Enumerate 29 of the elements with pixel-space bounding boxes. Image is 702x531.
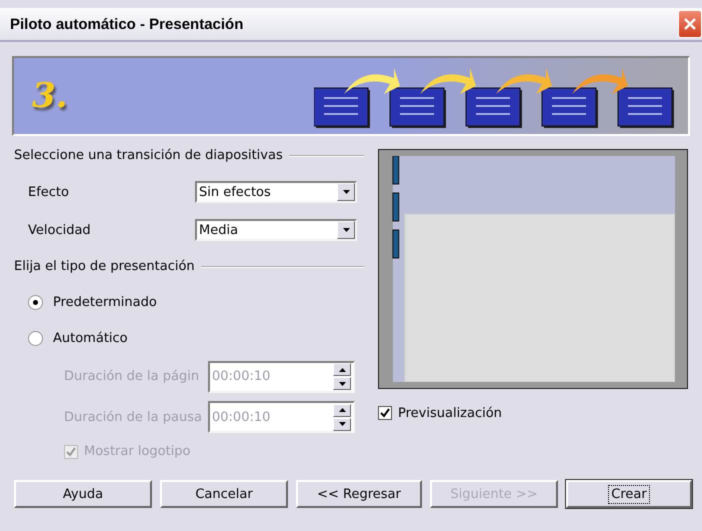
group-heading: Elija el tipo de presentación bbox=[14, 259, 195, 274]
radio-button[interactable] bbox=[28, 331, 43, 346]
checkbox-label: Mostrar logotipo bbox=[84, 444, 191, 460]
window-title: Piloto automático - Presentación bbox=[10, 16, 244, 32]
step-number: 3. bbox=[32, 76, 68, 116]
field-label: Velocidad bbox=[28, 222, 92, 238]
checkbox[interactable] bbox=[378, 406, 392, 420]
down-arrow-icon bbox=[338, 422, 346, 426]
checkbox-label: Previsualización bbox=[398, 406, 502, 420]
dialog-button[interactable]: Cancelar bbox=[160, 480, 288, 508]
dialog-button[interactable]: Ayuda bbox=[14, 480, 152, 508]
field-label: Efecto bbox=[28, 184, 70, 200]
up-arrow-icon bbox=[338, 368, 346, 372]
dropdown[interactable]: Sin efectos bbox=[195, 181, 357, 204]
close-button[interactable] bbox=[678, 10, 702, 38]
close-icon bbox=[683, 17, 697, 31]
down-arrow-icon bbox=[338, 382, 346, 386]
field-label: Duración de la págin bbox=[64, 369, 200, 384]
down-arrow-icon bbox=[342, 228, 350, 232]
radio-button[interactable] bbox=[28, 294, 43, 310]
option-label: Predeterminado bbox=[53, 294, 157, 310]
dropdown[interactable]: Media bbox=[195, 219, 357, 242]
field-label: Duración de la pausa bbox=[64, 410, 203, 425]
group-heading: Seleccione una transición de diapositivas bbox=[14, 148, 283, 163]
up-arrow-icon bbox=[338, 408, 346, 412]
option-label: Automático bbox=[53, 331, 128, 346]
down-arrow-icon bbox=[342, 190, 350, 194]
dialog-button[interactable]: Crear bbox=[566, 480, 692, 508]
dialog-button[interactable]: << Regresar bbox=[296, 480, 422, 508]
